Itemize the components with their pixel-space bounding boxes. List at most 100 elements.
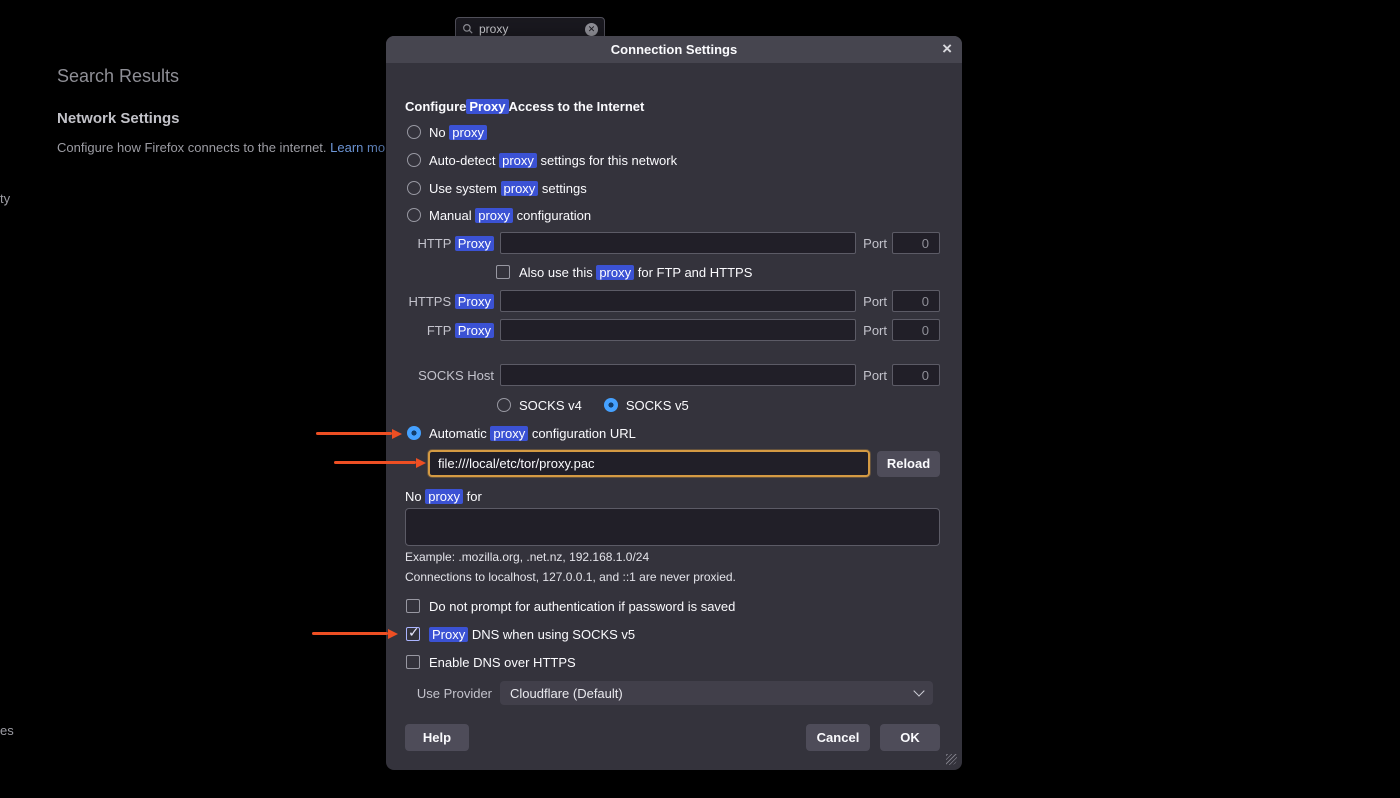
- search-input[interactable]: proxy: [479, 22, 580, 36]
- auto-proxy-url-row: Reload: [428, 450, 940, 477]
- http-proxy-field[interactable]: [500, 232, 856, 254]
- radio-system-proxy[interactable]: Use system proxy settings: [407, 178, 587, 198]
- http-proxy-row: HTTP Proxy Port: [405, 232, 940, 254]
- checkbox-dns-over-https[interactable]: Enable DNS over HTTPS: [406, 652, 576, 672]
- ftp-proxy-field[interactable]: [500, 319, 856, 341]
- search-icon: [462, 23, 474, 35]
- radio-label: No proxy: [429, 125, 487, 140]
- dialog-title: Connection Settings: [611, 42, 737, 57]
- checkbox-label: Enable DNS over HTTPS: [429, 655, 576, 670]
- socks-host-label: SOCKS Host: [405, 368, 494, 383]
- use-provider-label: Use Provider: [405, 686, 492, 701]
- ftp-proxy-label: FTP Proxy: [405, 323, 494, 338]
- socks-port-label: Port: [863, 368, 887, 383]
- https-port-field[interactable]: [892, 290, 940, 312]
- radio-label: Automatic proxy configuration URL: [429, 426, 636, 441]
- annotation-arrow-proxy-dns: [312, 632, 388, 635]
- search-highlight: Proxy: [466, 99, 508, 114]
- search-highlight: Proxy: [455, 294, 494, 309]
- radio-label: Auto-detect proxy settings for this netw…: [429, 153, 677, 168]
- connection-settings-dialog: Connection Settings × Configure Proxy Ac…: [386, 36, 962, 770]
- search-results-title: Search Results: [57, 66, 179, 87]
- radio-label: SOCKS v4: [519, 398, 582, 413]
- search-highlight: proxy: [475, 208, 513, 223]
- radio-icon: [497, 398, 511, 412]
- https-port-label: Port: [863, 294, 887, 309]
- checkbox-proxy-dns-socks5[interactable]: Proxy DNS when using SOCKS v5: [406, 624, 635, 644]
- checkbox-no-auth-prompt[interactable]: Do not prompt for authentication if pass…: [406, 596, 735, 616]
- search-highlight: proxy: [499, 153, 537, 168]
- socks-version-row: SOCKS v4 SOCKS v5: [497, 395, 689, 415]
- search-highlight: Proxy: [429, 627, 468, 642]
- annotation-arrow-url-field: [334, 461, 416, 464]
- http-port-field[interactable]: [892, 232, 940, 254]
- ok-button[interactable]: OK: [880, 724, 940, 751]
- search-highlight: proxy: [449, 125, 487, 140]
- provider-dropdown[interactable]: Cloudflare (Default): [500, 681, 933, 705]
- network-settings-description: Configure how Firefox connects to the in…: [57, 140, 397, 155]
- dialog-heading: Configure Proxy Access to the Internet: [405, 96, 644, 116]
- description-text: Configure how Firefox connects to the in…: [57, 140, 330, 155]
- sidebar-clipped-text-top: ty: [0, 191, 10, 206]
- checkbox-label: Do not prompt for authentication if pass…: [429, 599, 735, 614]
- socks-port-field[interactable]: [892, 364, 940, 386]
- radio-icon: [407, 426, 421, 440]
- radio-icon: [407, 125, 421, 139]
- search-highlight: proxy: [501, 181, 539, 196]
- radio-icon: [407, 153, 421, 167]
- radio-automatic-proxy-url[interactable]: Automatic proxy configuration URL: [407, 423, 636, 443]
- reload-button[interactable]: Reload: [877, 451, 940, 477]
- proxy-url-field[interactable]: [428, 450, 870, 477]
- provider-row: Use Provider Cloudflare (Default): [405, 681, 933, 705]
- no-proxy-for-label: No proxy for: [405, 486, 482, 506]
- no-proxy-for-textarea[interactable]: [405, 508, 940, 546]
- search-highlight: proxy: [490, 426, 528, 441]
- socks-host-row: SOCKS Host Port: [405, 364, 940, 386]
- search-highlight: proxy: [425, 489, 463, 504]
- radio-icon: [604, 398, 618, 412]
- radio-socks-v4[interactable]: SOCKS v4: [497, 398, 582, 413]
- screen: { "colors": { "search_highlight": "#3b52…: [0, 0, 1400, 798]
- radio-socks-v5[interactable]: SOCKS v5: [604, 398, 689, 413]
- http-port-label: Port: [863, 236, 887, 251]
- http-proxy-label: HTTP Proxy: [405, 236, 494, 251]
- https-proxy-label: HTTPS Proxy: [405, 294, 494, 309]
- socks-host-field[interactable]: [500, 364, 856, 386]
- localhost-note-text: Connections to localhost, 127.0.0.1, and…: [405, 569, 736, 585]
- cancel-button[interactable]: Cancel: [806, 724, 870, 751]
- checkbox-icon: [406, 627, 420, 641]
- checkbox-icon: [496, 265, 510, 279]
- provider-selected-value: Cloudflare (Default): [510, 686, 623, 701]
- https-proxy-row: HTTPS Proxy Port: [405, 290, 940, 312]
- ftp-proxy-row: FTP Proxy Port: [405, 319, 940, 341]
- help-button[interactable]: Help: [405, 724, 469, 751]
- sidebar-clipped-text-bottom: es: [0, 723, 14, 738]
- radio-icon: [407, 181, 421, 195]
- radio-label: Manual proxy configuration: [429, 208, 591, 223]
- ftp-port-field[interactable]: [892, 319, 940, 341]
- checkbox-label: Proxy DNS when using SOCKS v5: [429, 627, 635, 642]
- radio-icon: [407, 208, 421, 222]
- radio-no-proxy[interactable]: No proxy: [407, 122, 487, 142]
- no-proxy-example-text: Example: .mozilla.org, .net.nz, 192.168.…: [405, 549, 649, 565]
- radio-auto-detect-proxy[interactable]: Auto-detect proxy settings for this netw…: [407, 150, 677, 170]
- chevron-down-icon: [913, 685, 924, 696]
- https-proxy-field[interactable]: [500, 290, 856, 312]
- resize-grip-icon[interactable]: [946, 754, 957, 765]
- radio-label: Use system proxy settings: [429, 181, 587, 196]
- checkbox-label: Also use this proxy for FTP and HTTPS: [519, 265, 752, 280]
- radio-label: SOCKS v5: [626, 398, 689, 413]
- search-highlight: Proxy: [455, 236, 494, 251]
- checkbox-also-use-proxy[interactable]: Also use this proxy for FTP and HTTPS: [496, 262, 752, 282]
- checkbox-icon: [406, 655, 420, 669]
- clear-search-icon[interactable]: ✕: [585, 23, 598, 36]
- ftp-port-label: Port: [863, 323, 887, 338]
- dialog-titlebar: Connection Settings ×: [386, 36, 962, 63]
- network-settings-title: Network Settings: [57, 110, 180, 127]
- search-highlight: Proxy: [455, 323, 494, 338]
- annotation-arrow-auto-proxy: [316, 432, 392, 435]
- checkbox-icon: [406, 599, 420, 613]
- close-icon[interactable]: ×: [942, 38, 952, 60]
- radio-manual-proxy[interactable]: Manual proxy configuration: [407, 205, 591, 225]
- search-highlight: proxy: [596, 265, 634, 280]
